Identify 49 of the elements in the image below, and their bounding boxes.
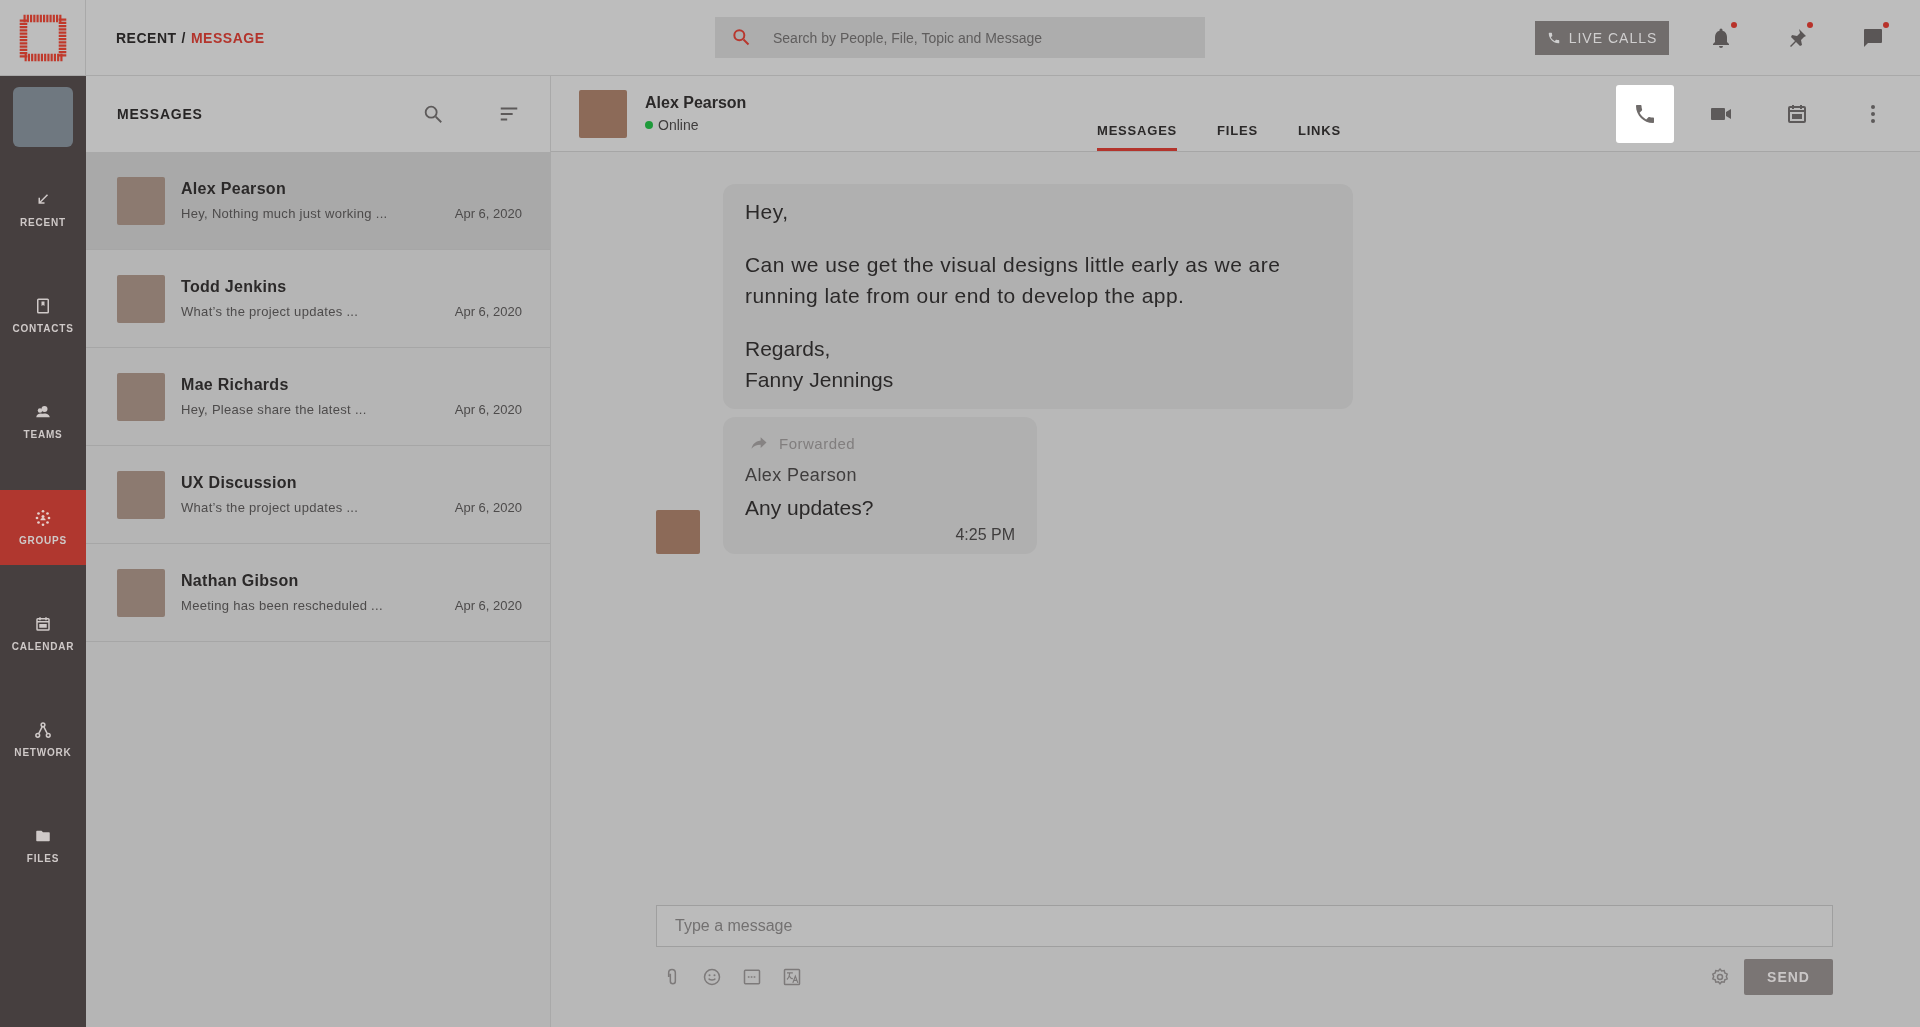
network-icon: [34, 721, 52, 739]
panel-title: MESSAGES: [117, 106, 204, 122]
message-text: Regards,: [745, 336, 832, 362]
breadcrumb-current: MESSAGE: [190, 29, 265, 46]
nav-item[interactable]: TEAMS: [0, 384, 86, 459]
message-text: Any updates?: [745, 496, 875, 520]
photo-placeholder: [579, 89, 627, 138]
translate-icon[interactable]: [782, 967, 802, 987]
message-text: Can we use get the visual designs little early as we are running late from our end to develop the app.: [745, 252, 1282, 309]
nav-item[interactable]: CONTACTS: [0, 278, 86, 353]
photo-placeholder: [117, 176, 165, 225]
conversation-item[interactable]: Alex Pearson Hey, Nothing much just working ... Apr 6, 2020: [86, 152, 550, 250]
conversation-item[interactable]: Todd Jenkins What’s the project updates ... Apr 6, 2020: [86, 250, 550, 348]
photo-placeholder: [656, 510, 700, 554]
contacts-icon: [34, 297, 52, 315]
message-input[interactable]: Type a message: [656, 905, 1833, 947]
breadcrumb-separator: /: [181, 29, 186, 46]
breadcrumb-link[interactable]: RECENT: [116, 29, 177, 46]
nav-item[interactable]: FILES: [0, 808, 86, 883]
tab[interactable]: LINKS: [1297, 76, 1341, 151]
smiley-icon[interactable]: [702, 967, 722, 987]
tab[interactable]: FILES: [1217, 76, 1258, 151]
nav-item[interactable]: NETWORK: [0, 702, 86, 777]
message-time: 4:25 PM: [955, 526, 1015, 544]
contact-name: Alex Pearson: [645, 94, 748, 112]
conversation-item[interactable]: Nathan Gibson Meeting has been rescheduled ... Apr 6, 2020: [86, 544, 550, 642]
status-text: Online: [658, 117, 699, 133]
photo-placeholder: [117, 372, 165, 421]
more-icon: [1871, 104, 1875, 123]
photo-placeholder: [117, 568, 165, 617]
tab[interactable]: MESSAGES: [1097, 76, 1178, 151]
photo-placeholder: [117, 470, 165, 519]
message-text: Fanny Jennings: [745, 367, 895, 393]
calendar-icon: [34, 615, 52, 633]
nav-item[interactable]: RECENT: [0, 172, 86, 247]
message-text: Hey,: [745, 199, 790, 225]
sender-name: Alex Pearson: [745, 465, 858, 486]
groups-icon: [34, 509, 52, 527]
phone-icon: [1546, 30, 1561, 45]
photo-placeholder: [117, 274, 165, 323]
search-field[interactable]: Search by People, File, Topic and Message: [715, 17, 1205, 58]
nav-item[interactable]: CALENDAR: [0, 596, 86, 671]
phone-button[interactable]: [1616, 84, 1674, 143]
settings-icon[interactable]: [1710, 967, 1730, 987]
search-icon[interactable]: [422, 103, 444, 125]
live-calls-button[interactable]: LIVE CALLS: [1535, 20, 1669, 55]
nav-item[interactable]: GROUPS: [0, 490, 86, 565]
conversation-item[interactable]: UX Discussion What’s the project updates ... Apr 6, 2020: [86, 446, 550, 544]
conversation-item[interactable]: Mae Richards Hey, Please share the latest ... Apr 6, 2020: [86, 348, 550, 446]
